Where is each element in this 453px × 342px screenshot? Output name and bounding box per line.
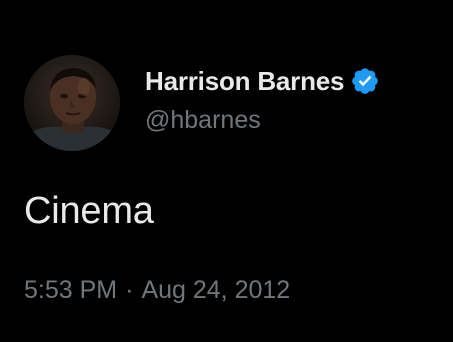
verified-badge-icon <box>350 66 380 96</box>
tweet-card: Harrison Barnes @hbarnes Cinema 5:53 PM … <box>0 0 453 342</box>
avatar[interactable] <box>24 55 120 151</box>
meta-separator: · <box>125 276 134 304</box>
author-handle[interactable]: @hbarnes <box>145 106 261 135</box>
author-display-name[interactable]: Harrison Barnes <box>145 66 345 97</box>
tweet-date: Aug 24, 2012 <box>141 276 291 304</box>
tweet-timestamp[interactable]: 5:53 PM · Aug 24, 2012 <box>24 276 290 305</box>
author-name-row: Harrison Barnes <box>145 64 380 98</box>
tweet-time: 5:53 PM <box>24 276 118 304</box>
avatar-photo <box>24 55 120 151</box>
tweet-text: Cinema <box>24 190 154 232</box>
